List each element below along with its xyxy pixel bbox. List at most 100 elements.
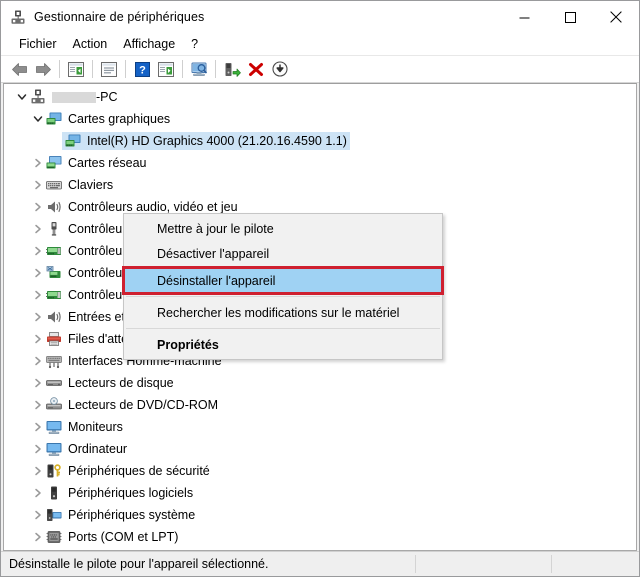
dvd-drive-icon — [46, 397, 62, 413]
device-manager-icon — [10, 9, 26, 25]
tree-row-label: Moniteurs — [68, 420, 123, 434]
tree-row[interactable]: Claviers — [4, 174, 636, 196]
chevron-right-icon[interactable] — [30, 482, 46, 504]
toolbar: ? — [1, 56, 639, 83]
scan-hardware-changes-icon[interactable] — [187, 58, 211, 80]
speaker-icon — [46, 199, 62, 215]
chevron-right-icon[interactable] — [30, 306, 46, 328]
disable-device-icon[interactable] — [268, 58, 292, 80]
chevron-right-icon[interactable] — [30, 350, 46, 372]
menu-affichage[interactable]: Affichage — [115, 35, 183, 53]
chevron-right-icon[interactable] — [30, 372, 46, 394]
monitor-icon — [46, 419, 62, 435]
menu-fichier[interactable]: Fichier — [11, 35, 65, 53]
device-tree-panel: -PC Cartes graphiques Intel(R) HD Graphics… — [3, 83, 637, 551]
tree-row[interactable]: Lecteurs de DVD/CD-ROM — [4, 394, 636, 416]
computer-icon — [30, 89, 46, 105]
tree-row-label: -PC — [96, 90, 118, 104]
show-hide-action-pane-icon[interactable] — [154, 58, 178, 80]
menu-help[interactable]: ? — [183, 35, 206, 53]
tree-row[interactable]: Intel(R) HD Graphics 4000 (21.20.16.4590… — [4, 130, 636, 152]
device-context-menu[interactable]: Mettre à jour le pilote Désactiver l'appa… — [122, 213, 444, 360]
chevron-down-icon[interactable] — [14, 86, 30, 108]
chevron-right-icon[interactable] — [30, 394, 46, 416]
chevron-down-icon[interactable] — [30, 108, 46, 130]
context-menu-item[interactable]: Mettre à jour le pilote — [124, 216, 442, 241]
tree-row-label: Cartes graphiques — [68, 112, 171, 126]
tree-row[interactable]: Ports (COM et LPT) — [4, 526, 636, 548]
chevron-right-icon[interactable] — [30, 526, 46, 548]
chevron-right-icon[interactable] — [30, 460, 46, 482]
tree-row-label: Périphériques système — [68, 508, 196, 522]
chevron-right-icon[interactable] — [30, 240, 46, 262]
status-bar: Désinstalle le pilote pour l'appareil sé… — [1, 551, 639, 576]
uninstall-device-icon[interactable] — [244, 58, 268, 80]
chevron-right-icon[interactable] — [30, 284, 46, 306]
tree-row-label: Claviers — [68, 178, 114, 192]
tree-row[interactable]: Périphériques logiciels — [4, 482, 636, 504]
chevron-right-icon[interactable] — [30, 416, 46, 438]
tree-row-label: Ports (COM et LPT) — [68, 530, 179, 544]
chevron-right-icon[interactable] — [30, 218, 46, 240]
toolbar-separator — [182, 60, 183, 78]
chevron-right-icon[interactable] — [30, 152, 46, 174]
status-text: Désinstalle le pilote pour l'appareil sé… — [9, 557, 269, 571]
tree-row-label: Intel(R) HD Graphics 4000 (21.20.16.4590… — [87, 134, 347, 148]
chevron-right-icon[interactable] — [30, 504, 46, 526]
network-adapter-icon — [46, 155, 62, 171]
context-menu-item[interactable]: Désactiver l'appareil — [124, 241, 442, 266]
title-bar: Gestionnaire de périphériques — [1, 1, 639, 33]
security-device-icon — [46, 463, 62, 479]
display-adapter-icon — [46, 111, 62, 127]
tree-row-label: Ordinateur — [68, 442, 128, 456]
tree-row[interactable]: Lecteurs de disque — [4, 372, 636, 394]
menu-separator — [126, 296, 440, 297]
tree-row-label: Périphériques de sécurité — [68, 464, 210, 478]
tree-row[interactable]: -PC — [4, 86, 636, 108]
menu-action[interactable]: Action — [65, 35, 116, 53]
hid-icon — [46, 353, 62, 369]
show-hide-console-tree-icon[interactable] — [64, 58, 88, 80]
tree-row[interactable]: Moniteurs — [4, 416, 636, 438]
software-device-icon — [46, 485, 62, 501]
tree-row[interactable]: Périphériques de sécurité — [4, 460, 636, 482]
chevron-right-icon[interactable] — [30, 328, 46, 350]
chevron-right-icon[interactable] — [30, 174, 46, 196]
storage-controller-icon — [46, 243, 62, 259]
context-menu-item[interactable]: Propriétés — [124, 332, 442, 357]
update-driver-icon[interactable] — [220, 58, 244, 80]
tree-row[interactable]: Ordinateur — [4, 438, 636, 460]
forward-icon[interactable] — [31, 58, 55, 80]
redacted-computer-name — [52, 91, 96, 103]
tree-row[interactable]: Cartes réseau — [4, 152, 636, 174]
context-menu-item[interactable]: Désinstaller l'appareil — [122, 266, 444, 295]
help-icon[interactable]: ? — [130, 58, 154, 80]
toolbar-separator — [125, 60, 126, 78]
maximize-button[interactable] — [547, 1, 593, 33]
context-menu-item[interactable]: Rechercher les modifications sur le maté… — [124, 300, 442, 325]
speaker-icon — [46, 309, 62, 325]
chevron-right-icon[interactable] — [30, 262, 46, 284]
tree-row[interactable]: Cartes graphiques — [4, 108, 636, 130]
ide-controller-icon — [46, 287, 62, 303]
chevron-right-icon[interactable] — [30, 196, 46, 218]
host-controller-icon — [46, 265, 62, 281]
tree-row[interactable]: Périphériques système — [4, 504, 636, 526]
back-icon[interactable] — [7, 58, 31, 80]
status-separator — [415, 555, 416, 573]
display-adapter-icon — [65, 133, 81, 149]
menu-bar: Fichier Action Affichage ? — [1, 33, 639, 56]
chevron-right-icon[interactable] — [30, 438, 46, 460]
window-title: Gestionnaire de périphériques — [34, 10, 205, 24]
system-device-icon — [46, 507, 62, 523]
tree-row-label: Périphériques logiciels — [68, 486, 194, 500]
toolbar-separator — [59, 60, 60, 78]
menu-separator — [126, 328, 440, 329]
properties-icon[interactable] — [97, 58, 121, 80]
monitor-icon — [46, 441, 62, 457]
minimize-button[interactable] — [501, 1, 547, 33]
close-button[interactable] — [593, 1, 639, 33]
twisty-spacer — [46, 130, 62, 152]
tree-row-label: Cartes réseau — [68, 156, 147, 170]
tree-row-label: Lecteurs de disque — [68, 376, 174, 390]
